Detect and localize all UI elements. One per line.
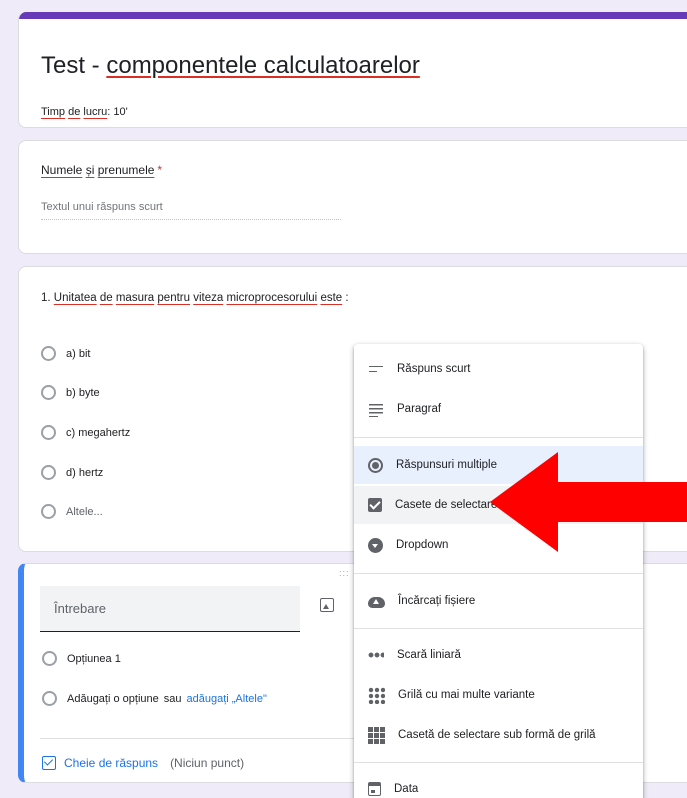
answer-key-icon — [42, 756, 56, 770]
radio-button[interactable] — [41, 425, 56, 440]
option-label: b) byte — [66, 386, 100, 399]
radio-button[interactable] — [41, 385, 56, 400]
paragraph-icon — [368, 401, 384, 417]
drag-handle-icon[interactable]: ::: — [339, 568, 350, 578]
question-number: 1. — [41, 292, 51, 304]
answer-key-button[interactable]: Cheie de răspuns (Niciun punct) — [42, 756, 244, 770]
menu-separator — [354, 762, 643, 763]
option-label: a) bit — [66, 347, 91, 360]
answer-key-label: Cheie de răspuns — [64, 756, 159, 770]
question-word: pentru — [157, 292, 191, 304]
question-word: Unitatea — [53, 292, 97, 304]
label-word: Numele — [41, 163, 83, 177]
menu-item-date[interactable]: Data — [354, 770, 643, 798]
arrow-shape — [490, 452, 687, 552]
label-word: prenumele — [97, 163, 155, 177]
menu-item-label: Casete de selectare — [395, 499, 498, 511]
menu-item-label: Răspunsuri multiple — [396, 459, 497, 471]
option-row[interactable]: d) hertz — [41, 465, 103, 480]
short-answer-icon — [368, 361, 384, 377]
menu-separator — [354, 437, 643, 438]
linear-scale-icon — [368, 647, 384, 663]
menu-item-label: Răspuns scurt — [397, 363, 471, 375]
question-word: microprocesorului — [226, 292, 318, 304]
desc-word: lucru — [83, 106, 108, 118]
desc-word: Timp — [41, 106, 66, 118]
title-prefix: Test - — [41, 52, 107, 79]
date-icon — [368, 782, 381, 796]
grid-icon — [368, 686, 385, 704]
radio-button[interactable] — [41, 346, 56, 361]
add-image-icon[interactable] — [320, 598, 334, 612]
menu-item-label: Casetă de selectare sub formă de grilă — [398, 729, 596, 741]
menu-item-multiple-choice-grid[interactable]: Grilă cu mai multe variante — [354, 676, 643, 714]
checkbox-icon — [368, 498, 382, 512]
form-title-card: Test - componentele calculatoarelor Timp… — [18, 12, 687, 128]
option-1-input[interactable]: Opțiunea 1 — [67, 653, 121, 665]
short-answer-field: Textul unui răspuns scurt — [41, 201, 341, 220]
or-text: sau — [163, 692, 182, 705]
radio-button[interactable] — [41, 465, 56, 480]
radio-button[interactable] — [41, 504, 56, 519]
option-row[interactable]: a) bit — [41, 346, 90, 361]
question-word: viteza — [193, 292, 224, 304]
option-label: d) hertz — [66, 466, 104, 479]
menu-item-label: Încărcați fișiere — [398, 595, 476, 607]
menu-item-label: Paragraf — [397, 403, 442, 415]
other-option-row[interactable]: Altele... — [41, 504, 103, 519]
menu-separator — [354, 628, 643, 629]
multiple-choice-icon — [368, 457, 383, 473]
checkbox-grid-icon — [368, 726, 385, 744]
question-word: de — [99, 292, 113, 304]
desc-time: : 10' — [107, 106, 128, 118]
menu-item-label: Grilă cu mai multe variante — [398, 689, 535, 701]
form-description[interactable]: Timp de lucru: 10' — [41, 106, 128, 118]
question-word: este — [320, 292, 343, 304]
option-label: c) megahertz — [66, 426, 131, 439]
add-option-link[interactable]: Adăugați o opțiune — [67, 693, 159, 705]
menu-item-label: Dropdown — [396, 539, 449, 551]
question-1-text: 1. Unitatea de masura pentru viteza micr… — [41, 292, 349, 304]
add-option-row[interactable]: Adăugați o opțiune sau adăugați „Altele" — [42, 691, 267, 706]
menu-item-checkbox-grid[interactable]: Casetă de selectare sub formă de grilă — [354, 716, 643, 754]
menu-item-label: Data — [394, 783, 419, 795]
required-asterisk: * — [157, 163, 163, 177]
menu-separator — [354, 573, 643, 574]
dropdown-icon — [368, 537, 383, 553]
radio-button — [42, 691, 57, 706]
question-title-input[interactable]: Întrebare — [40, 586, 300, 632]
divider — [40, 738, 370, 739]
option-row[interactable]: c) megahertz — [41, 425, 130, 440]
option-row[interactable]: Opțiunea 1 — [42, 651, 121, 666]
option-row[interactable]: b) byte — [41, 385, 100, 400]
other-option-label: Altele... — [66, 505, 103, 518]
name-question-card[interactable]: Numele și prenumele * Textul unui răspuns… — [18, 140, 687, 254]
radio-button — [42, 651, 57, 666]
add-other-link[interactable]: adăugați „Altele" — [187, 693, 267, 705]
form-title[interactable]: Test - componentele calculatoarelor — [41, 52, 420, 80]
menu-item-linear-scale[interactable]: Scară liniară — [354, 636, 643, 674]
title-main: componentele calculatoarelor — [106, 52, 420, 79]
theme-accent-bar — [19, 12, 687, 19]
upload-icon — [368, 597, 385, 608]
menu-item-file-upload[interactable]: Încărcați fișiere — [354, 582, 643, 620]
question-end: : — [342, 292, 349, 304]
name-question-label: Numele și prenumele * — [41, 163, 162, 177]
label-word: și — [85, 163, 95, 177]
red-arrow-annotation — [490, 452, 687, 552]
points-label: (Niciun punct) — [170, 756, 245, 770]
menu-item-paragraph[interactable]: Paragraf — [354, 390, 643, 428]
desc-word: de — [68, 106, 81, 118]
menu-item-label: Scară liniară — [397, 649, 461, 661]
menu-item-short-answer[interactable]: Răspuns scurt — [354, 350, 643, 388]
question-type-menu[interactable]: Răspuns scurt Paragraf Răspunsuri multip… — [354, 344, 643, 798]
question-word: masura — [115, 292, 155, 304]
